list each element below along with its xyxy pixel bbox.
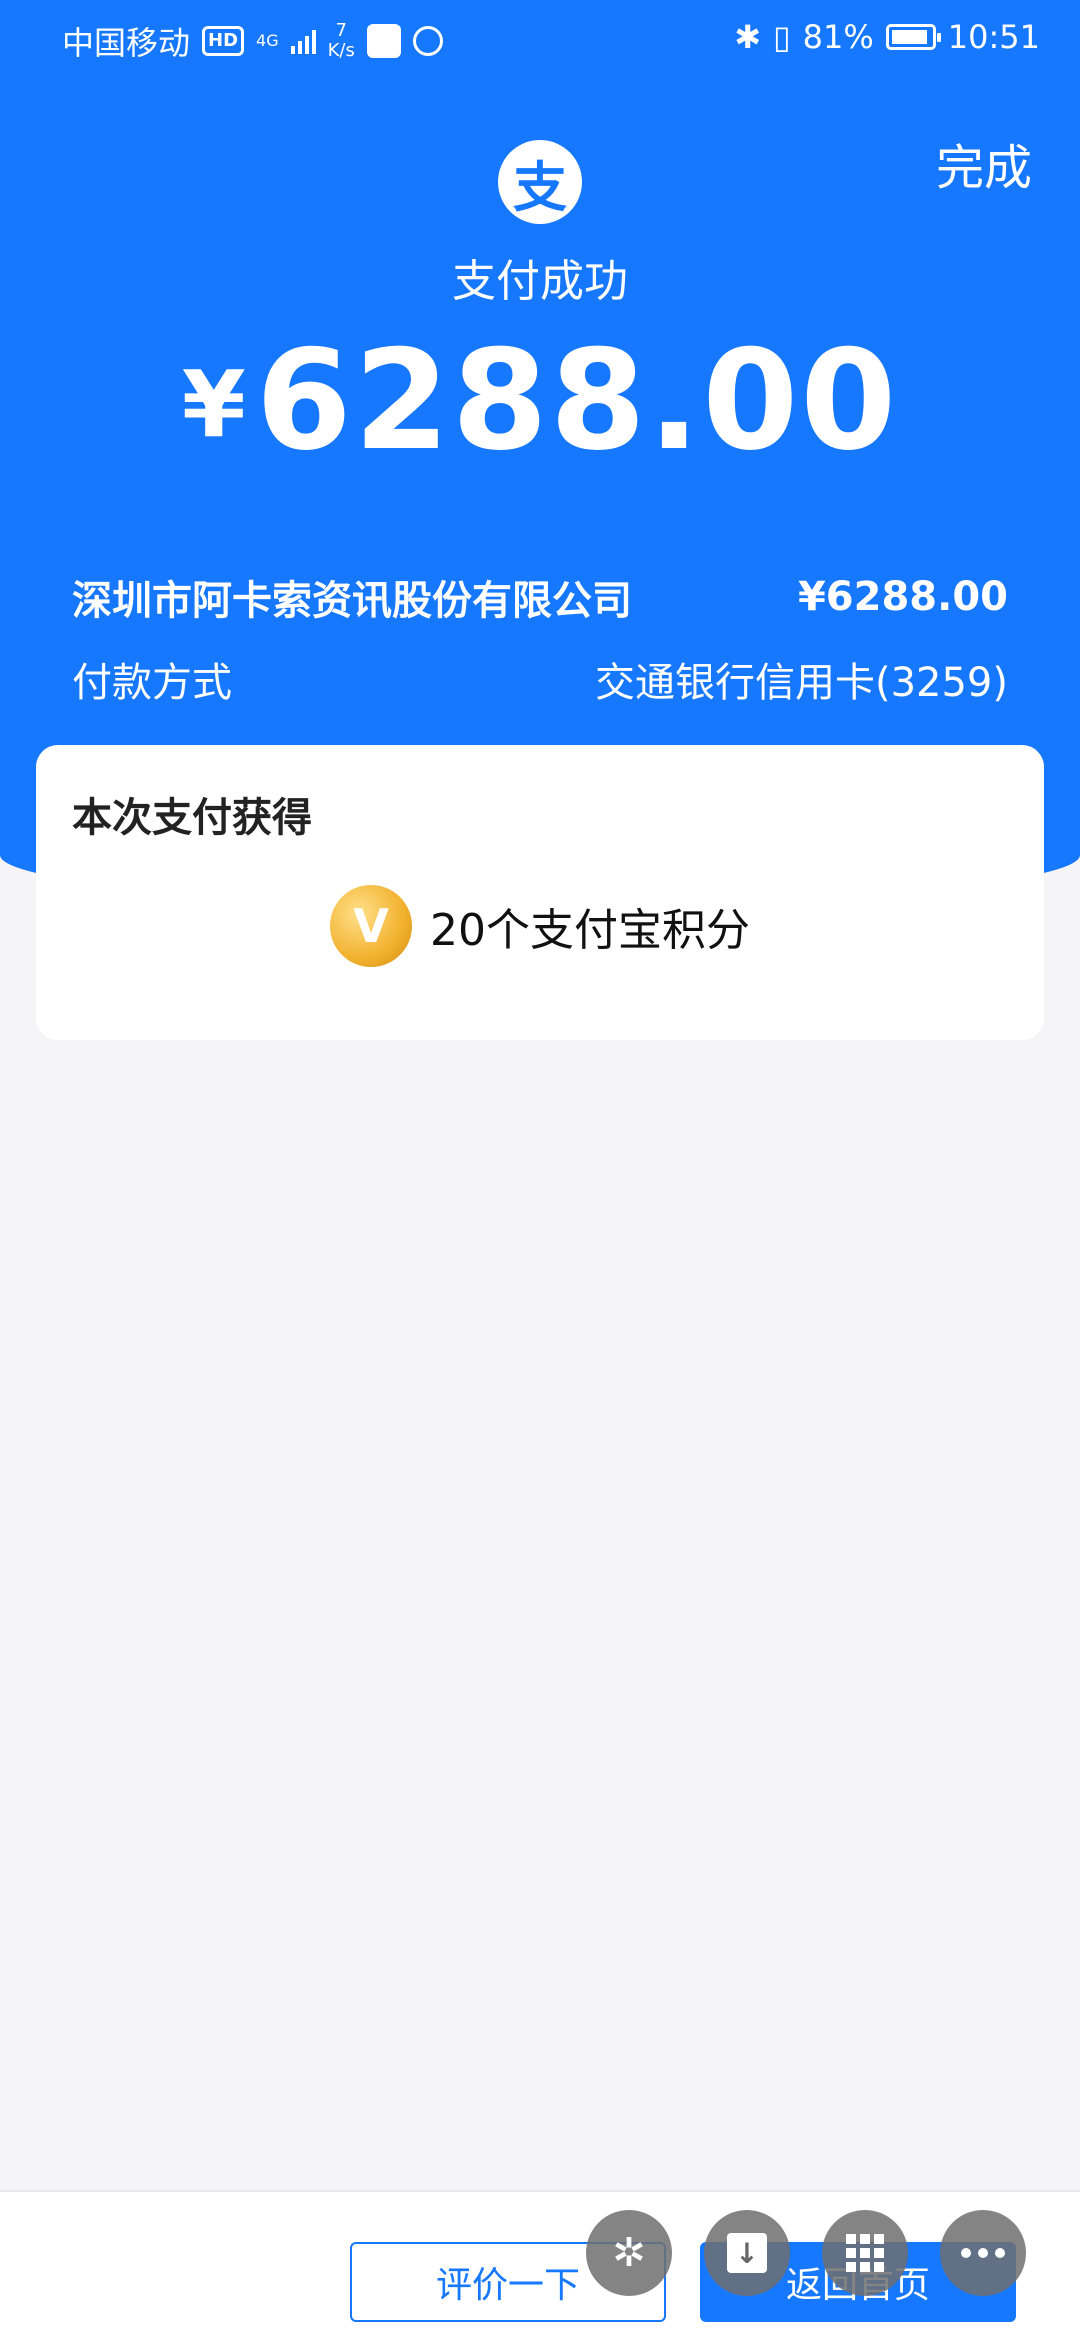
payment-status-title: 支付成功 (452, 256, 628, 307)
payment-method-value: 交通银行信用卡(3259) (594, 660, 1008, 706)
more-icon[interactable] (940, 2210, 1026, 2296)
carrier-label: 中国移动 (62, 24, 191, 62)
battery-icon (885, 24, 941, 50)
payment-method-label: 付款方式 (72, 660, 232, 706)
payment-method-row: 付款方式 交通银行信用卡(3259) (72, 650, 1008, 708)
hd-badge: HD (202, 26, 245, 56)
grid-icon[interactable] (822, 2210, 908, 2296)
currency-symbol: ¥ (181, 351, 246, 458)
status-bar: 中国移动 HD 4G 7 K/s ✱ ▯ 81% 10:51 (0, 0, 1080, 75)
pinwheel-icon[interactable]: ✲ (586, 2210, 672, 2296)
rewards-title: 本次支付获得 (72, 795, 312, 841)
speed-unit: K/s (327, 40, 355, 61)
download-icon[interactable]: ↓ (704, 2210, 790, 2296)
vibrate-icon: ▯ (773, 18, 791, 56)
points-coin-icon: V (330, 885, 412, 967)
battery-percent: 81% (802, 18, 874, 56)
globe-icon (412, 26, 443, 56)
app-notification-icon (366, 24, 401, 58)
amount-value: 6288.00 (255, 320, 899, 481)
rewards-card: 本次支付获得 V 20个支付宝积分 (36, 745, 1044, 1040)
signal-icon (290, 28, 316, 54)
points-text: 20个支付宝积分 (430, 905, 750, 956)
bottom-action-bar: 评价一下 返回首页 (0, 2190, 1080, 2340)
bluetooth-icon: ✱ (734, 18, 762, 56)
payment-amount: ¥6288.00 (0, 320, 1080, 481)
speed-value: 7 (335, 20, 347, 41)
network-speed: 7 K/s (328, 21, 355, 61)
merchant-row: 深圳市阿卡索资讯股份有限公司 ¥6288.00 (72, 568, 1008, 626)
points-reward[interactable]: V 20个支付宝积分 (36, 885, 1044, 967)
network-type: 4G (256, 31, 279, 50)
clock: 10:51 (947, 18, 1040, 56)
alipay-logo-icon: 支 (498, 140, 582, 224)
done-button[interactable]: 完成 (936, 128, 1032, 198)
merchant-name: 深圳市阿卡索资讯股份有限公司 (72, 578, 632, 624)
merchant-amount: ¥6288.00 (797, 574, 1008, 620)
